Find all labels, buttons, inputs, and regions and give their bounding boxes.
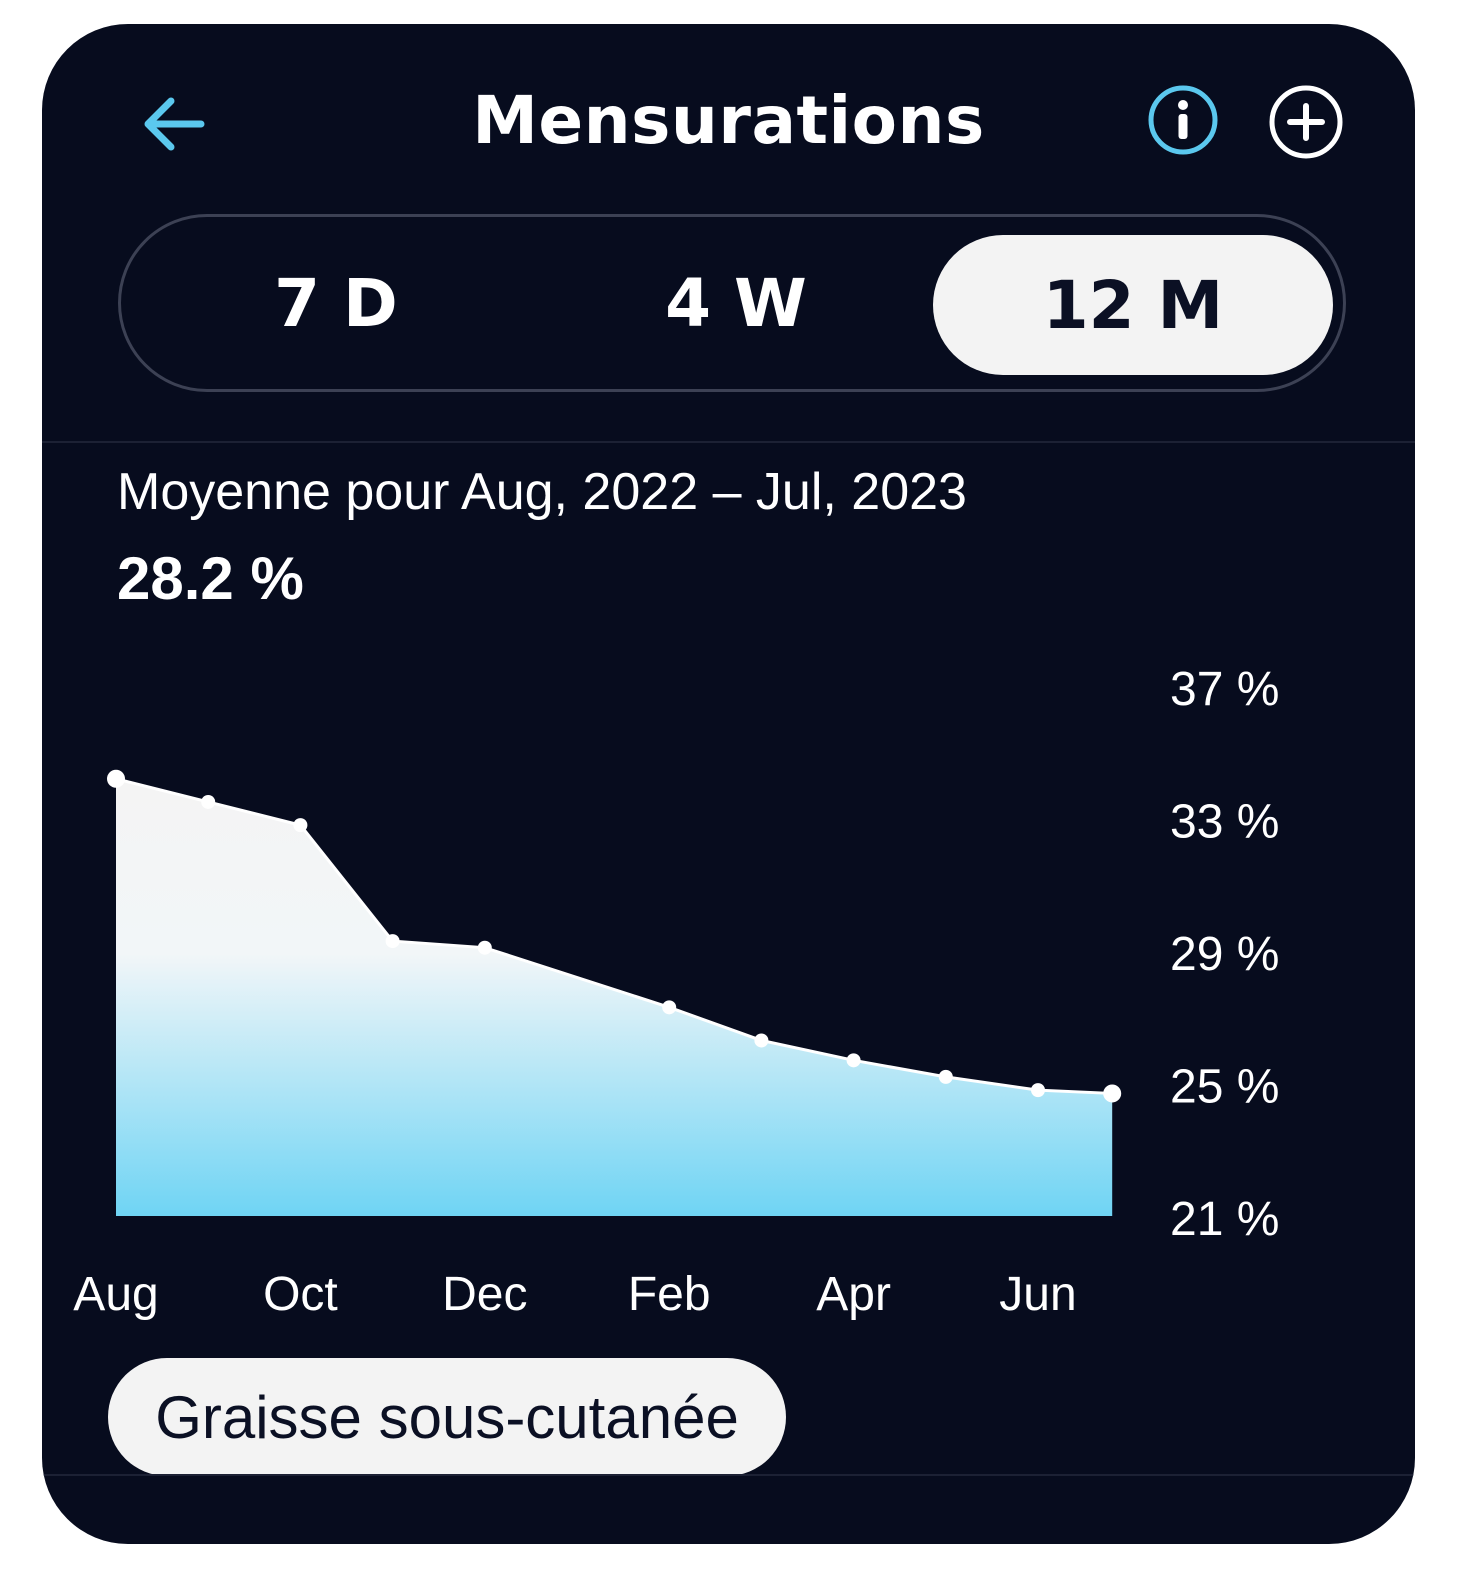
metric-chip[interactable]: Graisse sous-cutanée xyxy=(108,1358,786,1476)
x-tick-label: Apr xyxy=(816,1268,891,1321)
info-icon xyxy=(1148,85,1218,155)
chart-area xyxy=(116,778,1113,1216)
divider xyxy=(42,441,1415,443)
x-tick-label: Aug xyxy=(73,1268,158,1321)
add-measurement-button[interactable] xyxy=(1266,82,1346,162)
chart-point[interactable] xyxy=(938,1069,953,1084)
chart-point[interactable] xyxy=(477,940,492,955)
chart-point[interactable] xyxy=(385,934,400,949)
chart-point[interactable] xyxy=(293,818,308,833)
period-selector: 7 D 4 W 12 M xyxy=(118,214,1346,392)
y-tick-label: 21 % xyxy=(1170,1193,1279,1246)
chart-point[interactable] xyxy=(662,1000,677,1015)
body-fat-chart: 37 % 33 % 29 % 25 % 21 % Aug Oct Dec Feb Apr Jun xyxy=(73,663,1279,1321)
x-tick-label: Dec xyxy=(442,1268,527,1321)
average-range-label: Moyenne pour Aug, 2022 – Jul, 2023 xyxy=(117,463,967,521)
y-tick-label: 33 % xyxy=(1170,796,1279,849)
divider xyxy=(42,1474,1415,1476)
y-tick-label: 25 % xyxy=(1170,1061,1279,1114)
average-value: 28.2 % xyxy=(117,545,304,612)
chart-point[interactable] xyxy=(1103,1084,1122,1103)
y-tick-label: 37 % xyxy=(1170,663,1279,716)
chart-point[interactable] xyxy=(846,1053,861,1068)
x-tick-label: Oct xyxy=(263,1268,338,1321)
plus-circle-icon xyxy=(1269,85,1343,159)
measurements-card: Mensurations 7 D 4 W 12 M Moyenne pour A… xyxy=(42,24,1415,1544)
period-option-12m[interactable]: 12 M xyxy=(933,235,1333,375)
x-tick-label: Feb xyxy=(628,1268,711,1321)
chart-point[interactable] xyxy=(201,794,216,809)
x-tick-label: Jun xyxy=(999,1268,1076,1321)
chart-point[interactable] xyxy=(107,769,125,788)
period-option-7d[interactable]: 7 D xyxy=(151,217,521,389)
period-option-4w[interactable]: 4 W xyxy=(551,217,921,389)
chart-point[interactable] xyxy=(1031,1083,1045,1098)
chart-point[interactable] xyxy=(754,1033,769,1048)
info-button[interactable] xyxy=(1145,82,1221,158)
y-tick-label: 29 % xyxy=(1170,928,1279,981)
